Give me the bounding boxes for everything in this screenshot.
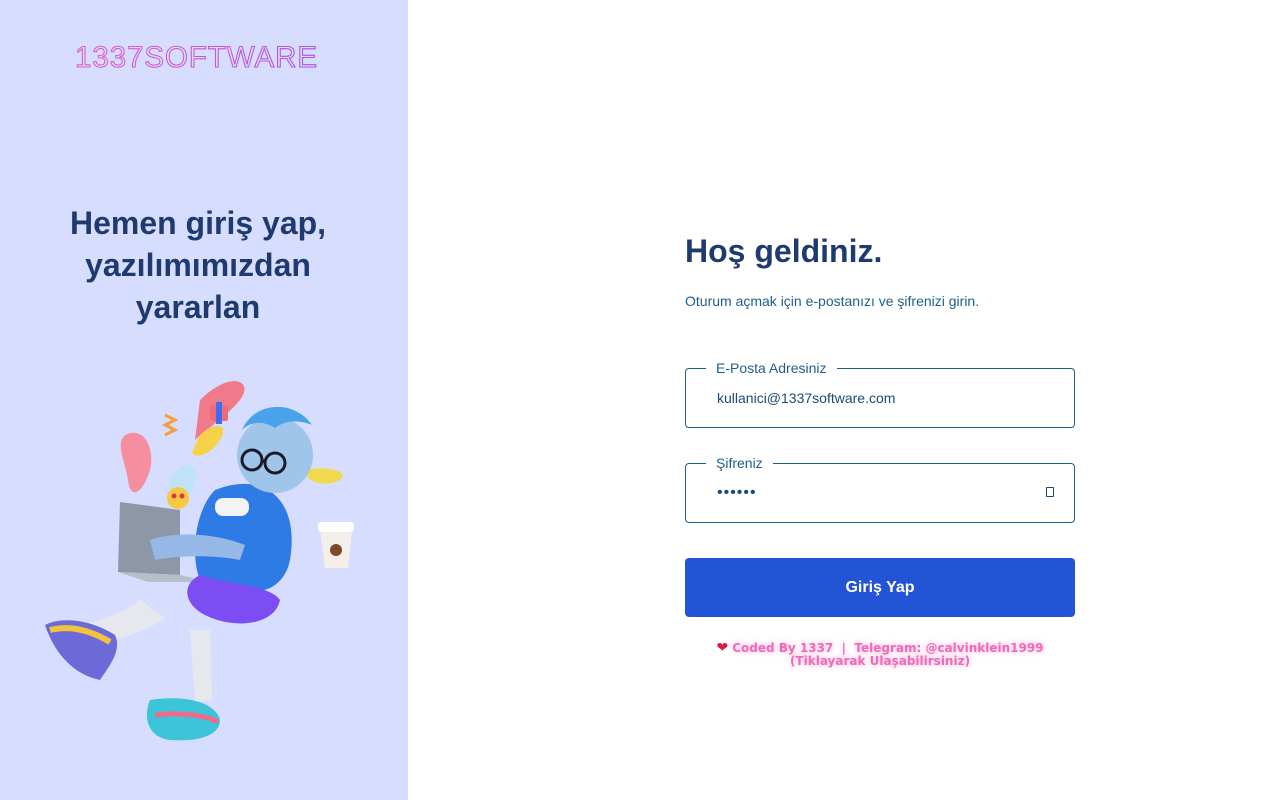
login-button[interactable]: Giriş Yap (685, 558, 1075, 617)
heart-icon: ❤ (716, 640, 729, 656)
brand-logo: 1337SOFTWARE (74, 40, 320, 74)
email-field[interactable]: E-Posta Adresiniz (685, 359, 1075, 428)
login-subtitle: Oturum açmak için e-postanızı ve şifreni… (685, 293, 980, 309)
password-input[interactable] (717, 464, 1037, 522)
eye-toggle-icon[interactable] (1044, 485, 1056, 499)
credit-line2: (Tiklayarak Ulaşabilirsiniz) (789, 654, 971, 668)
credit-line1: Coded By 1337 | Telegram: @calvinklein19… (732, 641, 1044, 655)
right-panel: Hoş geldiniz. Oturum açmak için e-postan… (408, 0, 1280, 800)
credit-link[interactable]: ❤ Coded By 1337 | Telegram: @calvinklein1… (685, 640, 1075, 668)
email-input[interactable] (717, 369, 1037, 427)
tagline: Hemen giriş yap, yazılımımızdan yararlan (69, 205, 327, 325)
brand-logo-graphic: 1337SOFTWARE (74, 40, 318, 74)
login-page: 1337SOFTWARE Hemen giriş yap, yazılımımı… (0, 0, 1280, 800)
left-panel: 1337SOFTWARE Hemen giriş yap, yazılımımı… (0, 0, 408, 800)
hero-illustration (30, 360, 375, 760)
password-field[interactable]: Şifreniz (685, 454, 1075, 523)
welcome-title: Hoş geldiniz. (685, 233, 883, 269)
brand-logo-text: 1337SOFTWARE (75, 41, 318, 71)
